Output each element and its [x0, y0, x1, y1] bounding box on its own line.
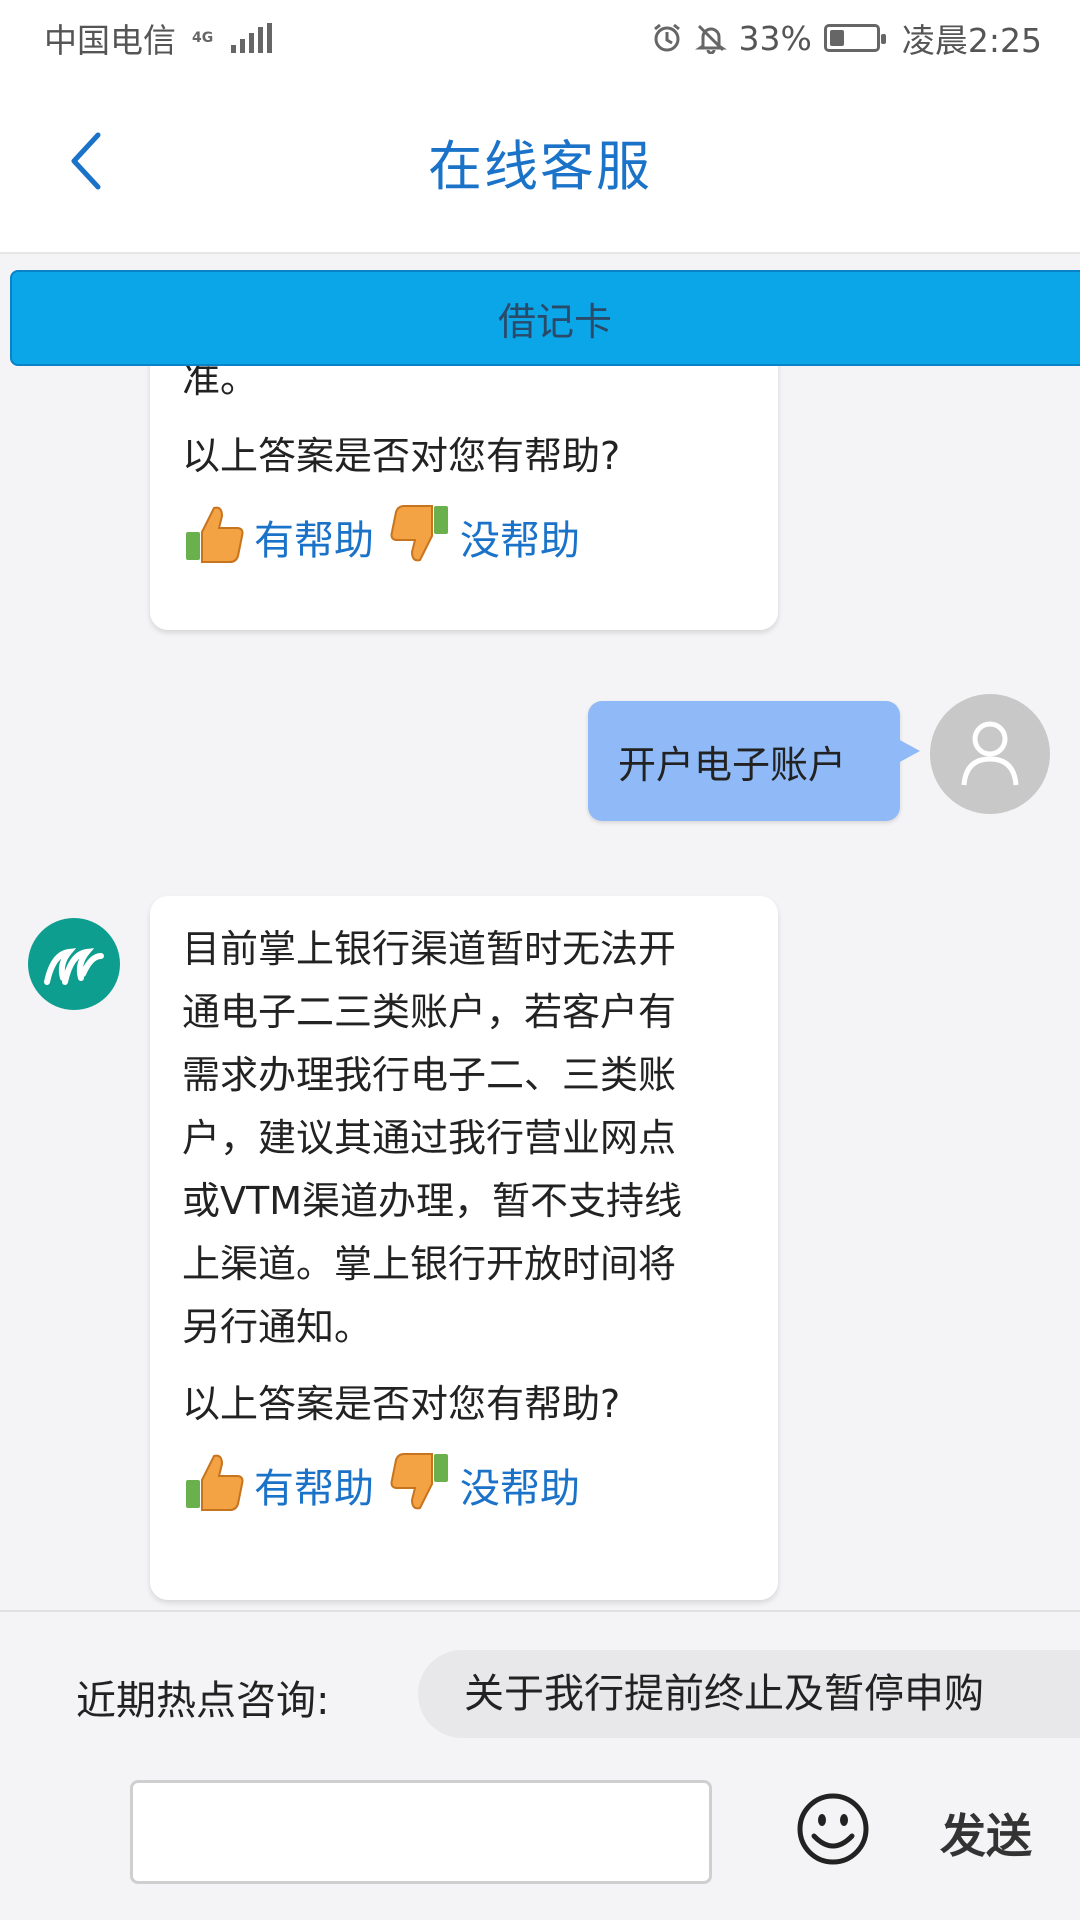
bank-logo-icon	[44, 948, 104, 985]
chat-history[interactable]: 准。 以上答案是否对您有帮助? 有帮助 没帮助 开户电子账户 目前掌上银行渠道暂…	[0, 366, 1080, 1610]
page-title: 在线客服	[428, 135, 652, 198]
network-type: 4G	[192, 30, 214, 46]
message-input-bar: 发送	[0, 1770, 1080, 1920]
status-right: 33% 凌晨2:25	[651, 14, 1042, 62]
battery-icon	[823, 24, 886, 52]
bot-message: 准。 以上答案是否对您有帮助? 有帮助 没帮助	[150, 366, 778, 630]
alarm-icon	[653, 23, 680, 52]
category-tab-label: 借记卡	[497, 299, 612, 344]
smiley-icon	[797, 1793, 869, 1865]
bot-answer-text: 目前掌上银行渠道暂时无法开 通电子二三类账户，若客户有 需求办理我行电子二、三类…	[182, 927, 682, 1349]
bot-answer-text: 准。	[182, 366, 259, 401]
user-message: 开户电子账户	[588, 701, 920, 821]
bot-message: 目前掌上银行渠道暂时无法开 通电子二三类账户，若客户有 需求办理我行电子二、三类…	[150, 896, 778, 1600]
not-helpful-button[interactable]: 没帮助	[388, 502, 580, 566]
mute-bell-icon	[694, 24, 727, 54]
user-avatar	[930, 694, 1050, 814]
carrier-name: 中国电信	[44, 21, 176, 60]
app-header: 在线客服	[0, 76, 1080, 254]
not-helpful-button[interactable]: 没帮助	[388, 1450, 580, 1514]
emoji-button[interactable]	[796, 1792, 870, 1866]
status-left: 中国电信 4G	[44, 14, 273, 62]
helpful-button[interactable]: 有帮助	[182, 1450, 374, 1514]
feedback-row: 有帮助 没帮助	[182, 502, 732, 566]
helpful-label: 有帮助	[254, 1466, 374, 1512]
not-helpful-label: 没帮助	[460, 1466, 580, 1512]
send-button[interactable]: 发送	[940, 1800, 1032, 1866]
hot-topics-label: 近期热点咨询:	[76, 1678, 330, 1724]
chat-page: 中国电信 4G 33% 凌晨2:25 在线客服 准。 以上答案是否对您有帮助? …	[0, 0, 1080, 1920]
battery-percent: 33%	[738, 18, 812, 58]
thumbs-up-icon	[186, 1454, 244, 1511]
category-tab-debit-card[interactable]: 借记卡	[10, 270, 1080, 366]
hot-topics-bar: 近期热点咨询: 关于我行提前终止及暂停申购	[0, 1610, 1080, 1770]
feedback-question: 以上答案是否对您有帮助?	[182, 434, 621, 478]
not-helpful-label: 没帮助	[460, 518, 580, 564]
helpful-label: 有帮助	[254, 518, 374, 564]
message-input[interactable]	[130, 1780, 712, 1884]
thumbs-down-icon	[390, 1453, 448, 1510]
hot-topic-chip[interactable]: 关于我行提前终止及暂停申购	[418, 1650, 1080, 1738]
thumbs-down-icon	[390, 505, 448, 562]
helpful-button[interactable]: 有帮助	[182, 502, 374, 566]
thumbs-up-icon	[186, 506, 244, 563]
feedback-question: 以上答案是否对您有帮助?	[182, 1382, 621, 1426]
person-icon	[961, 721, 1019, 786]
user-message-text: 开户电子账户	[618, 742, 847, 787]
clock: 凌晨2:25	[901, 21, 1042, 60]
bot-avatar	[28, 918, 120, 1010]
signal-icon	[231, 23, 273, 53]
status-bar: 中国电信 4G 33% 凌晨2:25	[0, 0, 1080, 76]
feedback-row: 有帮助 没帮助	[182, 1450, 732, 1514]
